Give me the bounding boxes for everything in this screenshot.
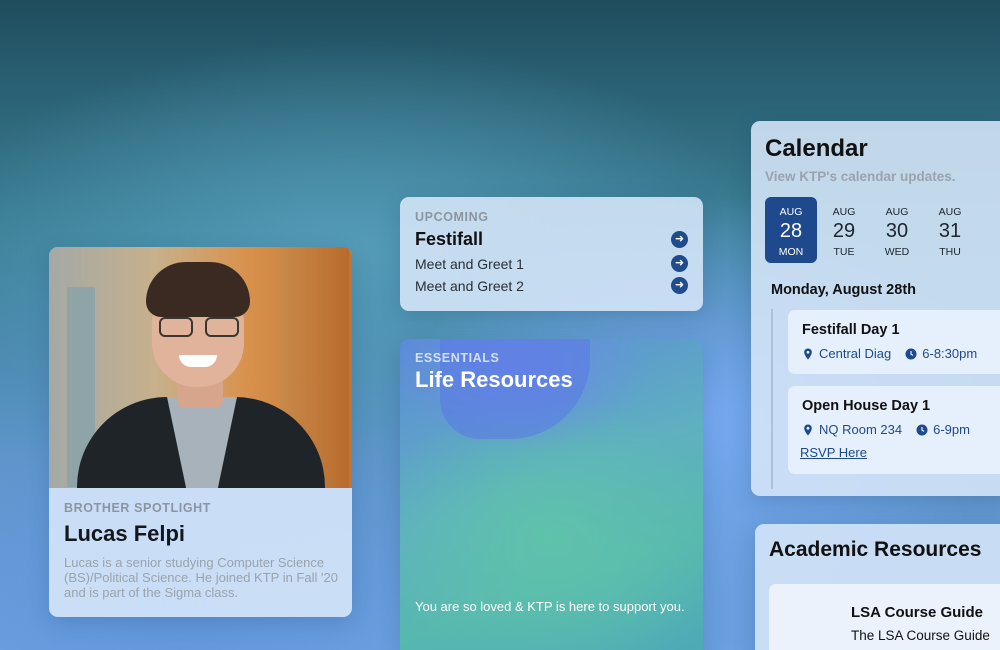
upcoming-item[interactable]: Meet and Greet 2 ➜ bbox=[415, 277, 688, 294]
essentials-eyebrow: ESSENTIALS bbox=[415, 351, 500, 365]
day-button[interactable]: AUG 30 WED bbox=[871, 197, 923, 263]
resource-title: LSA Course Guide bbox=[851, 604, 983, 621]
timeline-line bbox=[771, 309, 773, 489]
day-button[interactable]: AUG 31 THU bbox=[924, 197, 976, 263]
brother-spotlight-card[interactable]: BROTHER SPOTLIGHT Lucas Felpi Lucas is a… bbox=[49, 247, 352, 617]
spotlight-name: Lucas Felpi bbox=[64, 521, 186, 546]
event-location: NQ Room 234 bbox=[819, 422, 903, 437]
event-time: 6-8:30pm bbox=[922, 346, 978, 361]
academic-title: Academic Resources bbox=[769, 538, 982, 561]
event-location: Central Diag bbox=[819, 346, 892, 361]
upcoming-eyebrow: UPCOMING bbox=[415, 210, 489, 224]
event-title: Festifall Day 1 bbox=[802, 322, 900, 338]
day-date: 28 bbox=[779, 220, 803, 242]
spotlight-photo bbox=[49, 247, 352, 488]
day-button[interactable]: AUG 28 MON bbox=[765, 197, 817, 263]
day-weekday: THU bbox=[939, 246, 961, 258]
spotlight-description: Lucas is a senior studying Computer Scie… bbox=[64, 555, 338, 600]
location-pin-icon bbox=[802, 348, 814, 360]
essentials-card[interactable]: ESSENTIALS Life Resources You are so lov… bbox=[400, 339, 703, 650]
rsvp-link[interactable]: RSVP Here bbox=[800, 445, 1000, 460]
upcoming-item[interactable]: Festifall ➜ bbox=[415, 229, 688, 250]
essentials-title: Life Resources bbox=[415, 367, 573, 392]
arrow-right-icon[interactable]: ➜ bbox=[671, 277, 688, 294]
selected-date-heading: Monday, August 28th bbox=[771, 282, 916, 298]
day-month: AUG bbox=[938, 206, 962, 218]
clock-icon bbox=[916, 424, 928, 436]
day-month: AUG bbox=[885, 206, 909, 218]
upcoming-item-label: Festifall bbox=[415, 229, 484, 249]
day-date: 30 bbox=[885, 220, 909, 242]
day-date: 29 bbox=[832, 220, 856, 242]
day-weekday: MON bbox=[778, 246, 804, 258]
day-date: 31 bbox=[938, 220, 962, 242]
event-card[interactable]: Festifall Day 1 Central Diag 6-8:30pm bbox=[788, 310, 1000, 374]
calendar-subtitle: View KTP's calendar updates. bbox=[765, 169, 956, 184]
event-time: 6-9pm bbox=[933, 422, 970, 437]
calendar-card: Calendar View KTP's calendar updates. AU… bbox=[751, 121, 1000, 496]
arrow-right-icon[interactable]: ➜ bbox=[671, 231, 688, 248]
resource-description: The LSA Course Guide bbox=[851, 628, 990, 643]
location-pin-icon bbox=[802, 424, 814, 436]
day-month: AUG bbox=[832, 206, 856, 218]
resource-card[interactable]: LSA Course Guide The LSA Course Guide bbox=[769, 584, 1000, 650]
day-month: AUG bbox=[779, 206, 803, 218]
event-title: Open House Day 1 bbox=[802, 398, 931, 414]
upcoming-card: UPCOMING Festifall ➜ Meet and Greet 1 ➜ … bbox=[400, 197, 703, 311]
calendar-title: Calendar bbox=[765, 135, 868, 162]
day-weekday: TUE bbox=[833, 246, 855, 258]
academic-resources-card: Academic Resources LSA Course Guide The … bbox=[755, 524, 1000, 650]
upcoming-item-label: Meet and Greet 1 bbox=[415, 255, 524, 272]
day-picker: AUG 28 MON AUG 29 TUE AUG 30 WED AUG 31 … bbox=[765, 197, 977, 263]
upcoming-item-label: Meet and Greet 2 bbox=[415, 277, 524, 294]
upcoming-item[interactable]: Meet and Greet 1 ➜ bbox=[415, 255, 688, 272]
day-button[interactable]: AUG 29 TUE bbox=[818, 197, 870, 263]
event-card[interactable]: Open House Day 1 NQ Room 234 6-9pm RSVP … bbox=[788, 386, 1000, 474]
clock-icon bbox=[905, 348, 917, 360]
spotlight-eyebrow: BROTHER SPOTLIGHT bbox=[64, 501, 212, 515]
essentials-footer: You are so loved & KTP is here to suppor… bbox=[415, 599, 685, 614]
arrow-right-icon[interactable]: ➜ bbox=[671, 255, 688, 272]
day-weekday: WED bbox=[884, 246, 910, 258]
